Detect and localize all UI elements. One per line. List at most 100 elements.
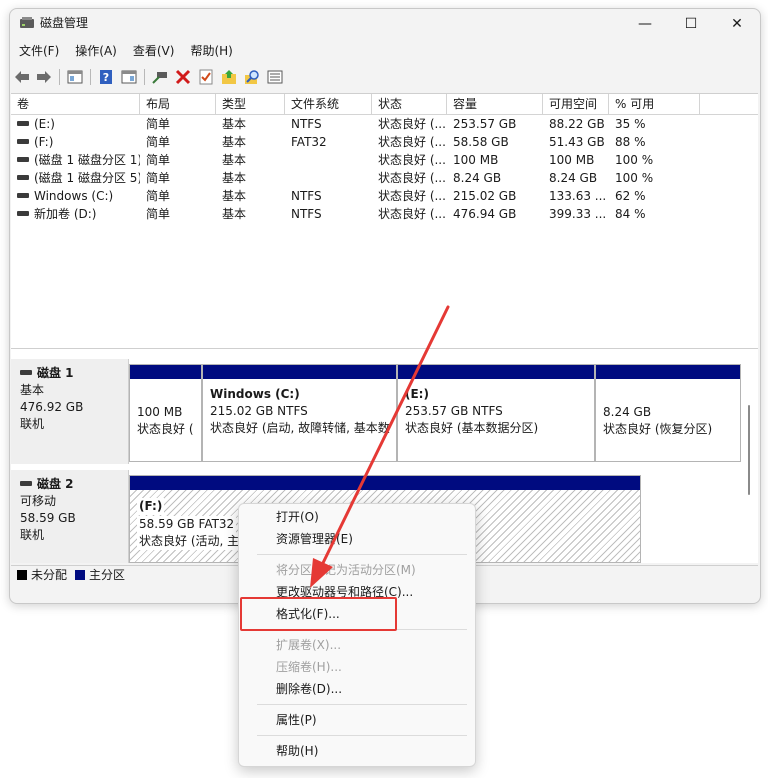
partition-bar bbox=[203, 365, 396, 379]
menu-item-properties[interactable]: 属性(P) bbox=[276, 710, 317, 730]
filesystem-cell: NTFS bbox=[291, 207, 322, 221]
menu-item-delete-volume[interactable]: 删除卷(D)... bbox=[276, 679, 342, 699]
type-cell: 基本 bbox=[222, 207, 247, 221]
unallocated-swatch bbox=[17, 570, 27, 580]
column-header-status[interactable]: 状态 bbox=[372, 94, 447, 114]
capacity-cell: 476.94 GB bbox=[453, 207, 517, 221]
folder-icon[interactable] bbox=[220, 68, 238, 86]
column-header-filesystem[interactable]: 文件系统 bbox=[285, 94, 372, 114]
table-row[interactable]: (F:) 简单 基本 FAT32 状态良好 (... 58.58 GB 51.4… bbox=[11, 133, 758, 151]
toolbar: ? bbox=[10, 65, 760, 89]
status-cell: 状态良好 (... bbox=[378, 117, 446, 131]
search-icon[interactable] bbox=[243, 68, 261, 86]
capacity-cell: 100 MB bbox=[453, 153, 499, 167]
title-bar[interactable]: 磁盘管理 — ☐ ✕ bbox=[10, 9, 760, 39]
close-button[interactable]: ✕ bbox=[714, 9, 760, 39]
column-header-capacity[interactable]: 容量 bbox=[447, 94, 543, 114]
capacity-cell: 8.24 GB bbox=[453, 171, 502, 185]
maximize-button[interactable]: ☐ bbox=[668, 9, 714, 39]
table-row[interactable]: 新加卷 (D:) 简单 基本 NTFS 状态良好 (... 476.94 GB … bbox=[11, 205, 758, 223]
column-header-type[interactable]: 类型 bbox=[216, 94, 285, 114]
volume-name: (E:) bbox=[34, 117, 55, 131]
volume-name: (磁盘 1 磁盘分区 1) bbox=[34, 153, 140, 167]
drive-icon bbox=[17, 139, 29, 144]
percent-free-cell: 88 % bbox=[615, 135, 646, 149]
legend-unallocated: 未分配 bbox=[31, 568, 68, 582]
console-tree-icon[interactable] bbox=[66, 68, 84, 86]
menu-view[interactable]: 查看(V) bbox=[125, 41, 183, 61]
help-icon[interactable]: ? bbox=[97, 68, 115, 86]
filesystem-cell bbox=[285, 169, 372, 187]
menu-item-extend-volume: 扩展卷(X)... bbox=[276, 638, 342, 652]
layout-cell: 简单 bbox=[146, 207, 171, 221]
layout-cell: 简单 bbox=[146, 135, 171, 149]
connect-icon[interactable] bbox=[151, 68, 169, 86]
partition-size: 58.59 GB FAT32 bbox=[137, 516, 237, 533]
drive-icon bbox=[17, 211, 29, 216]
menu-file[interactable]: 文件(F) bbox=[10, 41, 67, 61]
partition-size: 215.02 GB NTFS bbox=[210, 404, 308, 418]
menu-item-open[interactable]: 打开(O) bbox=[276, 507, 319, 527]
vertical-scrollbar[interactable] bbox=[748, 405, 750, 495]
table-row[interactable]: Windows (C:) 简单 基本 NTFS 状态良好 (... 215.02… bbox=[11, 187, 758, 205]
table-row[interactable]: (磁盘 1 磁盘分区 5) 简单 基本 状态良好 (... 8.24 GB 8.… bbox=[11, 169, 758, 187]
free-space-cell: 88.22 GB bbox=[549, 117, 605, 131]
properties-icon[interactable] bbox=[120, 68, 138, 86]
partition-disk1-part1[interactable]: 100 MB 状态良好 ( bbox=[129, 364, 202, 462]
disk-size: 58.59 GB bbox=[20, 511, 76, 525]
partition-title: (F:) bbox=[137, 498, 165, 515]
forward-arrow-icon[interactable] bbox=[35, 68, 53, 86]
toolbar-separator bbox=[144, 69, 145, 85]
drive-icon bbox=[17, 157, 29, 162]
partition-status: 状态良好 (恢复分区) bbox=[603, 422, 713, 436]
table-row[interactable]: (磁盘 1 磁盘分区 1) 简单 基本 状态良好 (... 100 MB 100… bbox=[11, 151, 758, 169]
free-space-cell: 51.43 GB bbox=[549, 135, 605, 149]
toolbar-separator bbox=[59, 69, 60, 85]
menu-action[interactable]: 操作(A) bbox=[67, 41, 125, 61]
volume-name: 新加卷 (D:) bbox=[34, 207, 97, 221]
status-cell: 状态良好 (... bbox=[378, 207, 446, 221]
menu-item-help[interactable]: 帮助(H) bbox=[276, 741, 318, 761]
disk-status: 联机 bbox=[20, 528, 45, 542]
percent-free-cell: 84 % bbox=[615, 207, 646, 221]
partition-disk1-recovery[interactable]: 8.24 GB 状态良好 (恢复分区) bbox=[595, 364, 741, 462]
layout-cell: 简单 bbox=[146, 117, 171, 131]
back-arrow-icon[interactable] bbox=[13, 68, 31, 86]
status-cell: 状态良好 (... bbox=[378, 135, 446, 149]
partition-bar bbox=[130, 476, 640, 490]
partition-title: (E:) bbox=[405, 387, 429, 401]
layout-cell: 简单 bbox=[146, 189, 171, 203]
volume-list-header: 卷 布局 类型 文件系统 状态 容量 可用空间 % 可用 bbox=[11, 94, 758, 115]
drive-icon bbox=[17, 193, 29, 198]
partition-windows-c[interactable]: Windows (C:) 215.02 GB NTFS 状态良好 (启动, 故障… bbox=[202, 364, 397, 462]
capacity-cell: 253.57 GB bbox=[453, 117, 517, 131]
delete-icon[interactable] bbox=[174, 68, 192, 86]
status-cell: 状态良好 (... bbox=[378, 189, 446, 203]
partition-e[interactable]: (E:) 253.57 GB NTFS 状态良好 (基本数据分区) bbox=[397, 364, 595, 462]
legend-primary-partition: 主分区 bbox=[89, 568, 126, 582]
volume-name: (磁盘 1 磁盘分区 5) bbox=[34, 171, 140, 185]
check-icon[interactable] bbox=[197, 68, 215, 86]
svg-text:?: ? bbox=[103, 71, 109, 84]
column-header-percent-free[interactable]: % 可用 bbox=[609, 94, 700, 114]
list-icon[interactable] bbox=[266, 68, 284, 86]
status-cell: 状态良好 (... bbox=[378, 171, 446, 185]
filesystem-cell: NTFS bbox=[291, 189, 322, 203]
menu-item-explorer[interactable]: 资源管理器(E) bbox=[276, 529, 353, 549]
partition-status: 状态良好 (启动, 故障转储, 基本数 bbox=[210, 421, 390, 435]
menu-separator bbox=[257, 554, 467, 555]
disk-1-label[interactable]: 磁盘 1 基本 476.92 GB 联机 bbox=[11, 359, 129, 464]
column-header-layout[interactable]: 布局 bbox=[140, 94, 216, 114]
filesystem-cell: FAT32 bbox=[291, 135, 327, 149]
toolbar-separator bbox=[90, 69, 91, 85]
volume-name: (F:) bbox=[34, 135, 54, 149]
minimize-button[interactable]: — bbox=[622, 9, 668, 39]
type-cell: 基本 bbox=[222, 117, 247, 131]
partition-size: 253.57 GB NTFS bbox=[405, 404, 503, 418]
menu-help[interactable]: 帮助(H) bbox=[182, 41, 240, 61]
percent-free-cell: 62 % bbox=[615, 189, 646, 203]
disk-2-label[interactable]: 磁盘 2 可移动 58.59 GB 联机 bbox=[11, 470, 129, 563]
column-header-free-space[interactable]: 可用空间 bbox=[543, 94, 609, 114]
column-header-volume[interactable]: 卷 bbox=[11, 94, 140, 114]
table-row[interactable]: (E:) 简单 基本 NTFS 状态良好 (... 253.57 GB 88.2… bbox=[11, 115, 758, 133]
